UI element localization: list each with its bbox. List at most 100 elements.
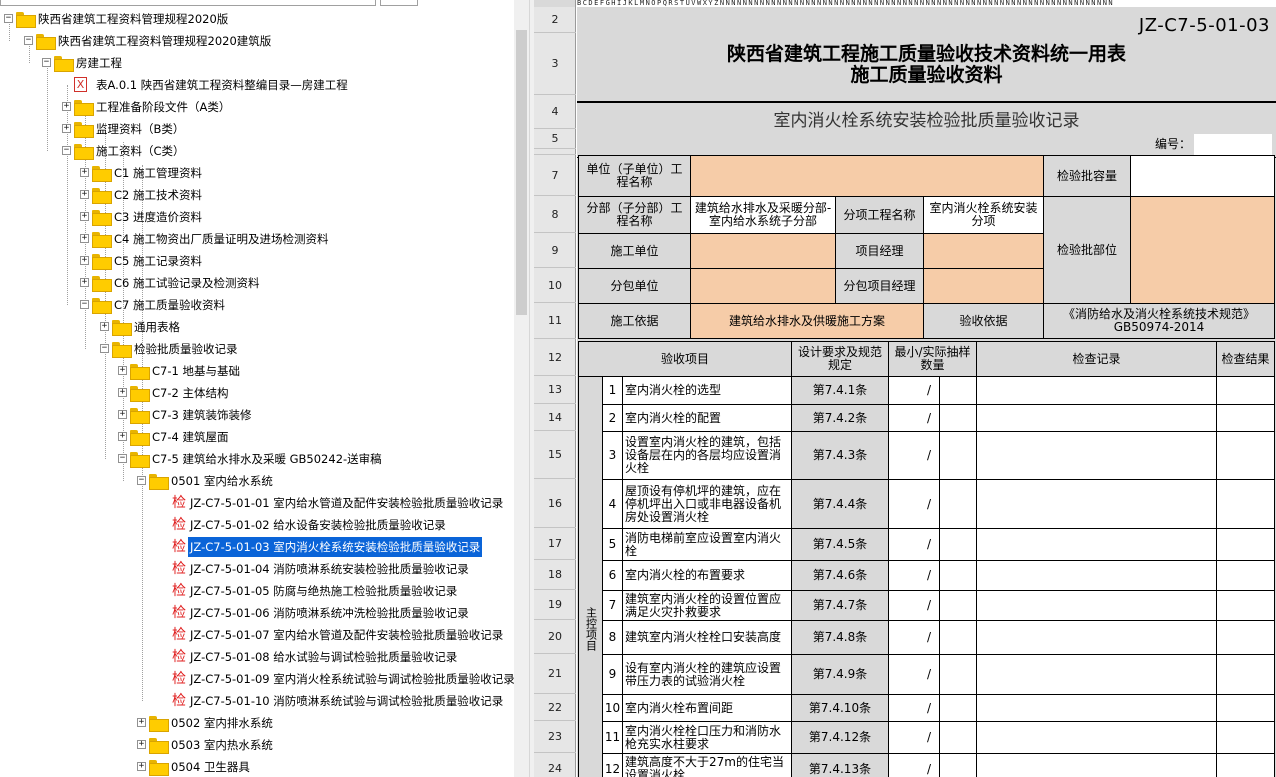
row-number[interactable]: 4	[534, 95, 576, 129]
tree-node-label[interactable]: C7-4 建筑屋面	[152, 427, 228, 447]
tree-node-label[interactable]: 工程准备阶段文件（A类）	[96, 97, 230, 117]
batch-location-field[interactable]	[1130, 196, 1275, 304]
tree-node-label[interactable]: JZ-C7-5-01-06 消防喷淋系统冲洗检验批质量验收记录	[190, 603, 469, 623]
item-name-value[interactable]: 室内消火栓系统安装分项	[923, 196, 1044, 234]
collapse-icon[interactable]: −	[42, 58, 51, 67]
subpart-name-value[interactable]: 建筑给水排水及采暖分部-室内给水系统子分部	[690, 196, 836, 234]
collapse-icon[interactable]: −	[80, 300, 89, 309]
tree-node-label[interactable]: JZ-C7-5-01-10 消防喷淋系统试验与调试检验批质量验收记录	[190, 691, 503, 711]
inspection-record-field[interactable]	[976, 479, 1217, 529]
column-letters[interactable]: BCDEFGHIJKLMNOPQRSTUVWXYZNNNNNNNNNNNNNNN…	[577, 0, 1276, 7]
tree-node-label[interactable]: C7-2 主体结构	[152, 383, 228, 403]
acceptance-basis-value[interactable]: 《消防给水及消火栓系统技术规范》GB50974-2014	[1043, 303, 1275, 339]
inspection-result-field[interactable]	[1216, 560, 1275, 591]
tree-node-label[interactable]: C1 施工管理资料	[114, 163, 202, 183]
number-input[interactable]	[1194, 134, 1272, 156]
tree-node-label[interactable]: C7-3 建筑装饰装修	[152, 405, 251, 425]
expand-icon[interactable]: +	[137, 740, 146, 749]
sample-actual-field[interactable]	[939, 590, 977, 621]
batch-capacity-field[interactable]	[1130, 155, 1275, 197]
row-number[interactable]: 3	[534, 33, 576, 95]
inspection-result-field[interactable]	[1216, 721, 1275, 754]
sample-actual-field[interactable]	[939, 431, 977, 480]
row-number[interactable]: 12	[534, 339, 576, 376]
tree-node-label[interactable]: JZ-C7-5-01-02 给水设备安装检验批质量验收记录	[190, 515, 446, 535]
unit-name-field[interactable]	[690, 155, 1044, 197]
tree-search-button[interactable]	[380, 0, 418, 6]
tree-scrollbar-thumb[interactable]	[516, 30, 527, 315]
expand-icon[interactable]: +	[80, 168, 89, 177]
inspection-result-field[interactable]	[1216, 590, 1275, 621]
tree-scrollbar[interactable]	[514, 0, 529, 777]
row-number[interactable]: 2	[534, 7, 576, 33]
row-number[interactable]: 8	[534, 196, 576, 233]
tree-node-label[interactable]: 通用表格	[134, 317, 180, 337]
expand-icon[interactable]: +	[80, 190, 89, 199]
inspection-result-field[interactable]	[1216, 479, 1275, 529]
tree-node-label[interactable]: 0503 室内热水系统	[171, 735, 273, 755]
sample-actual-field[interactable]	[939, 376, 977, 405]
inspection-record-field[interactable]	[976, 620, 1217, 655]
tree-node-label[interactable]: C2 施工技术资料	[114, 185, 202, 205]
tree-node-label[interactable]: 检验批质量验收记录	[134, 339, 238, 359]
row-number[interactable]: 13	[534, 376, 576, 404]
inspection-record-field[interactable]	[976, 560, 1217, 591]
tree-node-label[interactable]: C7-1 地基与基础	[152, 361, 240, 381]
row-number[interactable]: 20	[534, 620, 576, 654]
tree-node-label[interactable]: 0501 室内给水系统	[171, 471, 273, 491]
tree-node-label[interactable]: 陕西省建筑工程资料管理规程2020建筑版	[58, 31, 271, 51]
inspection-result-field[interactable]	[1216, 753, 1275, 777]
expand-icon[interactable]: +	[137, 762, 146, 771]
tree-search-input[interactable]	[0, 0, 376, 6]
collapse-icon[interactable]: −	[100, 344, 109, 353]
inspection-result-field[interactable]	[1216, 431, 1275, 480]
row-number[interactable]: 14	[534, 404, 576, 431]
tree-node-label[interactable]: JZ-C7-5-01-05 防腐与绝热施工检验批质量验收记录	[190, 581, 457, 601]
row-number[interactable]: 11	[534, 303, 576, 339]
row-number[interactable]: 5	[534, 129, 576, 149]
sample-actual-field[interactable]	[939, 694, 977, 722]
sample-actual-field[interactable]	[939, 479, 977, 529]
sample-actual-field[interactable]	[939, 404, 977, 432]
row-number[interactable]: 10	[534, 268, 576, 303]
inspection-record-field[interactable]	[976, 376, 1217, 405]
row-number[interactable]: 7	[534, 155, 576, 196]
tree-node-label[interactable]: C5 施工记录资料	[114, 251, 202, 271]
row-number[interactable]: 24	[534, 753, 576, 777]
sample-actual-field[interactable]	[939, 528, 977, 561]
row-number[interactable]: 15	[534, 431, 576, 479]
inspection-result-field[interactable]	[1216, 620, 1275, 655]
tree-node-label[interactable]: C3 进度造价资料	[114, 207, 202, 227]
tree-node-label[interactable]: C7-5 建筑给水排水及采暖 GB50242-送审稿	[152, 449, 382, 469]
row-number[interactable]: 9	[534, 233, 576, 268]
expand-icon[interactable]: +	[80, 278, 89, 287]
row-number[interactable]: 23	[534, 721, 576, 753]
sample-actual-field[interactable]	[939, 654, 977, 695]
tree-node-label[interactable]: 陕西省建筑工程资料管理规程2020版	[38, 9, 228, 29]
inspection-record-field[interactable]	[976, 431, 1217, 480]
inspection-result-field[interactable]	[1216, 528, 1275, 561]
inspection-record-field[interactable]	[976, 404, 1217, 432]
project-manager-field[interactable]	[923, 233, 1044, 269]
sample-actual-field[interactable]	[939, 620, 977, 655]
expand-icon[interactable]: +	[100, 322, 109, 331]
inspection-result-field[interactable]	[1216, 404, 1275, 432]
collapse-icon[interactable]: −	[118, 454, 127, 463]
inspection-result-field[interactable]	[1216, 376, 1275, 405]
tree-node-label[interactable]: C4 施工物资出厂质量证明及进场检测资料	[114, 229, 329, 249]
row-number[interactable]: 19	[534, 590, 576, 620]
collapse-icon[interactable]: −	[62, 146, 71, 155]
construction-basis-value[interactable]: 建筑给水排水及供暖施工方案	[690, 303, 924, 339]
tree-node-label[interactable]: JZ-C7-5-01-07 室内给水管道及配件安装检验批质量验收记录	[190, 625, 503, 645]
tree-node-label[interactable]: C6 施工试验记录及检测资料	[114, 273, 260, 293]
expand-icon[interactable]: +	[80, 234, 89, 243]
expand-icon[interactable]: +	[118, 388, 127, 397]
tree-node-label[interactable]: 施工资料（C类）	[96, 141, 185, 161]
expand-icon[interactable]: +	[80, 256, 89, 265]
tree-node-label[interactable]: 房建工程	[76, 53, 122, 73]
inspection-record-field[interactable]	[976, 721, 1217, 754]
collapse-icon[interactable]: −	[24, 36, 33, 45]
tree-node-label[interactable]: 0504 卫生器具	[171, 757, 250, 777]
expand-icon[interactable]: +	[62, 102, 71, 111]
row-number[interactable]: 16	[534, 479, 576, 528]
